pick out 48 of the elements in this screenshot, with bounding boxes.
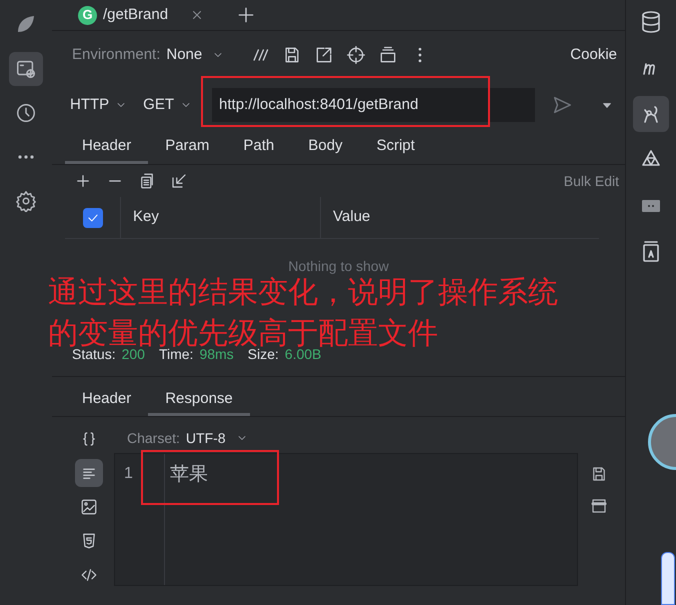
request-tab-button[interactable]: Script	[359, 131, 432, 164]
stack-icon[interactable]	[378, 45, 398, 65]
request-tab-button[interactable]: Header	[65, 131, 148, 164]
tab-title: /getBrand	[103, 4, 168, 25]
export-icon[interactable]	[314, 45, 334, 65]
web-window-icon	[15, 58, 37, 80]
empty-message: Nothing to show	[288, 257, 389, 276]
request-tab-button[interactable]: Path	[226, 131, 292, 164]
response-tab-button[interactable]: Header	[65, 385, 148, 416]
response-tab-button[interactable]: Response	[148, 385, 250, 416]
window-icon[interactable]	[590, 497, 608, 515]
code-line: 苹果	[170, 462, 208, 487]
code-icon	[80, 566, 98, 584]
send-icon[interactable]	[551, 94, 574, 116]
database-icon	[639, 10, 663, 34]
settings-icon	[15, 190, 37, 212]
line-number: 1	[124, 464, 133, 484]
scroll-handle[interactable]	[661, 552, 675, 605]
annotation-text: 通过这里的结果变化，说明了操作系统	[48, 277, 558, 309]
column-header: Value	[333, 207, 370, 228]
sidebar-button[interactable]	[9, 52, 43, 86]
crosshair-icon[interactable]	[346, 45, 366, 65]
image-icon	[80, 498, 98, 516]
history-icon	[15, 102, 37, 124]
plus-icon[interactable]	[74, 172, 92, 190]
url-field[interactable]: http://localhost:8401/getBrand	[212, 88, 536, 122]
save-icon[interactable]	[590, 465, 608, 483]
charset-dropdown[interactable]: UTF-8	[186, 428, 248, 448]
column-header: Key	[133, 207, 159, 228]
copy-icon[interactable]	[138, 172, 156, 190]
environment-label: Environment:	[72, 44, 160, 65]
protocol-dropdown[interactable]: HTTP	[70, 94, 128, 116]
view-mode-button[interactable]	[75, 459, 103, 487]
request-tab[interactable]: G /getBrand	[78, 0, 168, 30]
html5-shield-icon	[80, 532, 98, 550]
request-tab-button[interactable]: Body	[291, 131, 360, 164]
sidebar-button[interactable]	[633, 96, 669, 132]
charset-label: Charset:	[127, 428, 180, 448]
more-icon	[18, 155, 34, 159]
bulk-edit-button[interactable]: Bulk Edit	[564, 170, 619, 192]
braces-icon	[80, 430, 98, 448]
environment-dropdown[interactable]: None	[166, 44, 224, 66]
request-tab-button[interactable]: Param	[148, 131, 226, 164]
tab-badge: G	[78, 6, 97, 24]
cookie-button[interactable]: Cookie	[570, 44, 617, 66]
import-icon[interactable]	[170, 172, 188, 190]
checkbox[interactable]	[82, 208, 102, 228]
method-dropdown[interactable]: GET	[143, 94, 192, 116]
